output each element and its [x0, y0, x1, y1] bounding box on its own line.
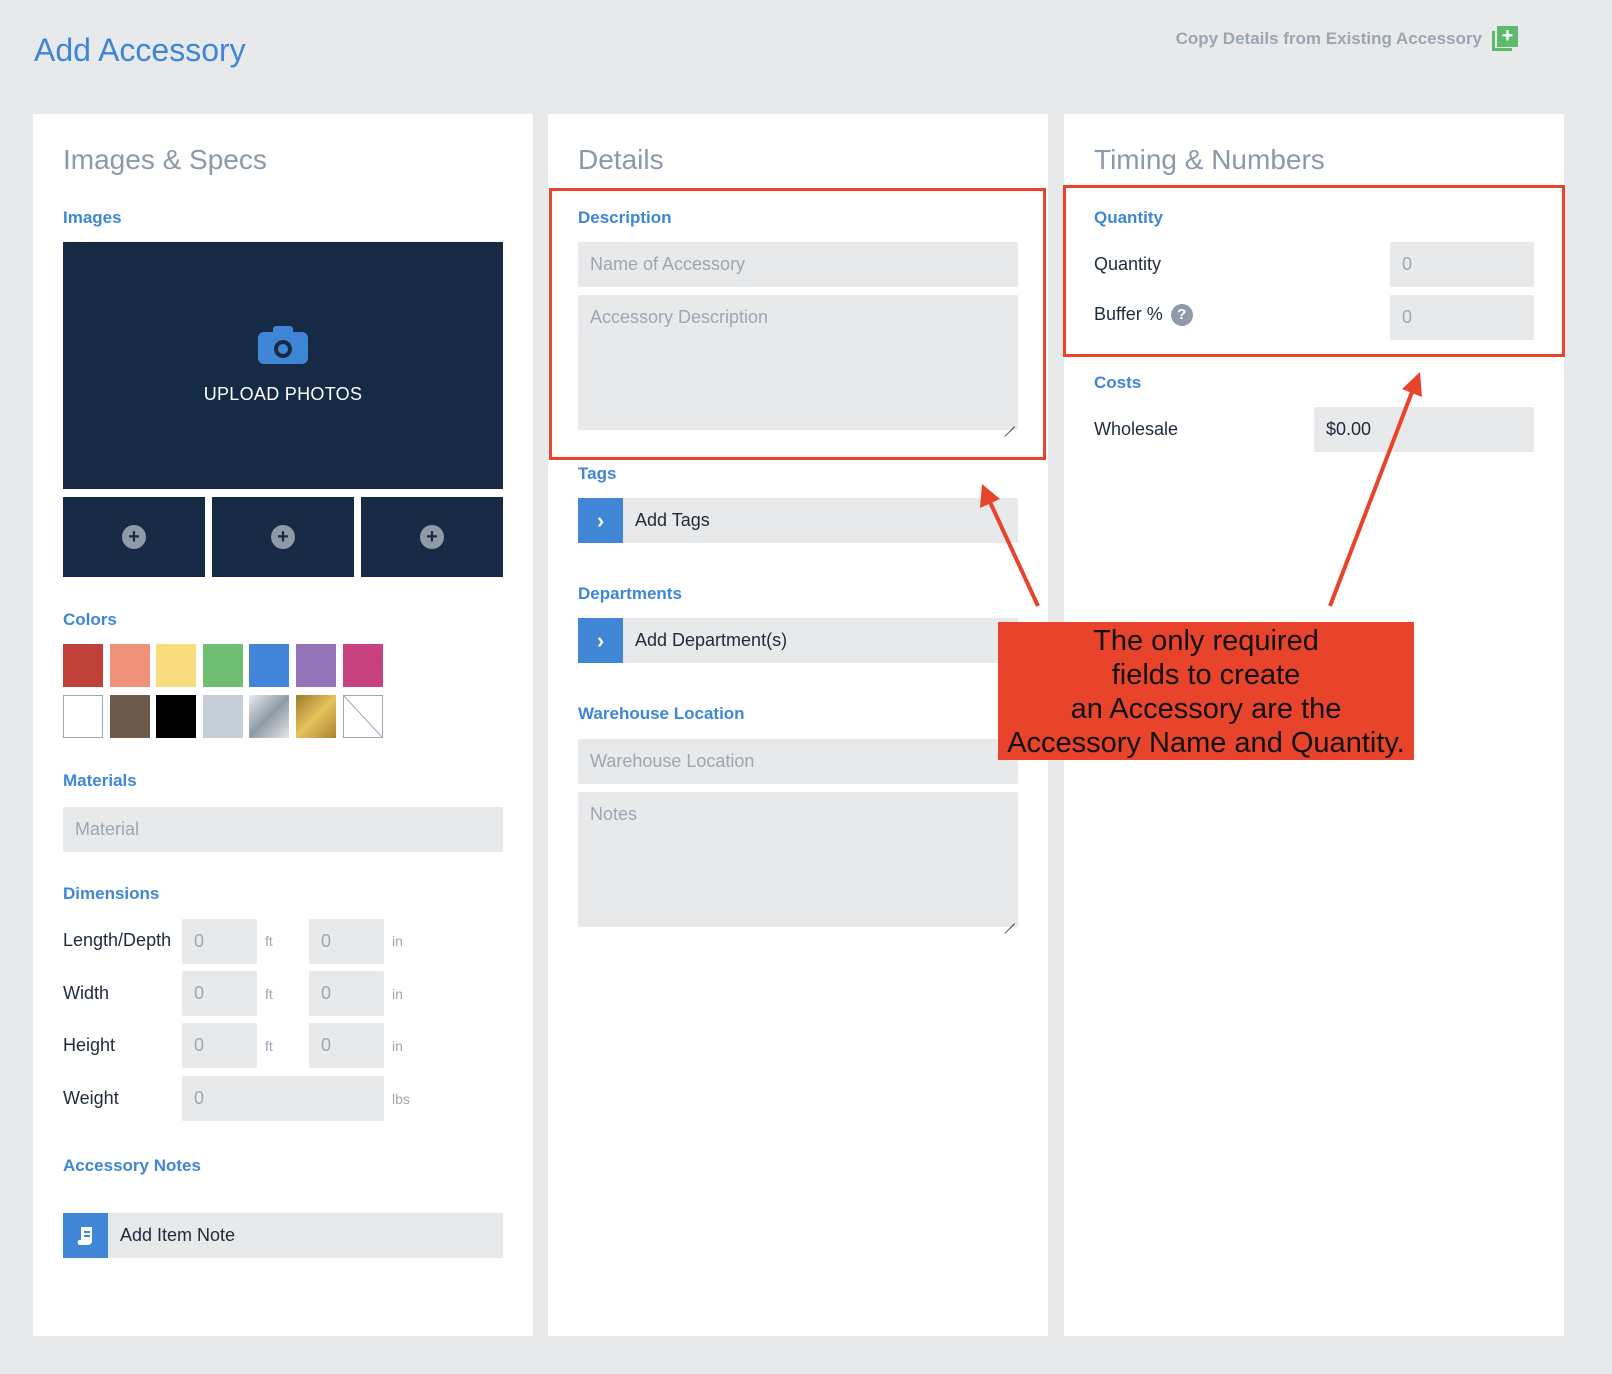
color-swatch[interactable] — [156, 695, 197, 738]
copy-from-existing-link[interactable]: Copy Details from Existing Accessory + — [1176, 26, 1518, 52]
height-ft-input[interactable]: 0 — [182, 1023, 257, 1068]
colors-label: Colors — [63, 610, 117, 629]
in-unit: in — [392, 986, 403, 1002]
dimensions-label: Dimensions — [63, 884, 160, 903]
in-unit: in — [392, 933, 403, 949]
details-title: Details — [578, 144, 664, 175]
color-swatch[interactable] — [156, 644, 197, 687]
copy-add-icon: + — [1492, 26, 1518, 52]
add-item-note-label: Add Item Note — [120, 1225, 236, 1245]
plus-icon: + — [420, 525, 444, 549]
wholesale-input[interactable]: $0.00 — [1314, 407, 1534, 452]
callout-line: Accessory Name and Quantity. — [1007, 727, 1405, 759]
upload-photos-button[interactable]: UPLOAD PHOTOS — [63, 242, 503, 489]
materials-label: Materials — [63, 771, 137, 790]
resize-handle-icon[interactable] — [1003, 912, 1015, 924]
ft-unit: ft — [265, 933, 273, 949]
quantity-highlight-box — [1063, 185, 1565, 357]
color-swatch[interactable] — [296, 695, 336, 738]
plus-icon: + — [122, 525, 146, 549]
color-swatch[interactable] — [109, 695, 150, 738]
height-label: Height — [63, 1035, 116, 1055]
in-unit: in — [392, 1038, 403, 1054]
color-swatch[interactable] — [249, 695, 290, 738]
width-ft-input[interactable]: 0 — [182, 971, 257, 1016]
notes-placeholder: Notes — [590, 804, 638, 824]
required-fields-callout: The only required fields to create an Ac… — [998, 622, 1414, 760]
copy-link-label: Copy Details from Existing Accessory — [1175, 29, 1482, 48]
add-item-note-button[interactable]: Add Item Note — [63, 1213, 503, 1258]
accessory-notes-label: Accessory Notes — [63, 1156, 201, 1175]
color-swatch[interactable] — [109, 644, 150, 687]
material-input[interactable]: Material — [63, 807, 503, 852]
warehouse-location-input[interactable]: Warehouse Location — [578, 739, 1018, 784]
weight-label: Weight — [63, 1088, 119, 1108]
color-swatch[interactable] — [342, 695, 383, 738]
chevron-right-icon: › — [578, 618, 623, 663]
height-in-input[interactable]: 0 — [309, 1023, 384, 1068]
color-swatch[interactable] — [63, 644, 103, 687]
images-specs-panel: Images & Specs Images UPLOAD PHOTOS + + … — [33, 114, 533, 1336]
description-highlight-box — [549, 188, 1046, 460]
width-in-input[interactable]: 0 — [309, 971, 384, 1016]
length-in-input[interactable]: 0 — [309, 919, 384, 964]
color-swatch[interactable] — [249, 644, 290, 687]
length-label: Length/Depth — [63, 930, 172, 950]
costs-label: Costs — [1094, 373, 1142, 392]
weight-input[interactable]: 0 — [182, 1076, 384, 1121]
ft-unit: ft — [265, 1038, 273, 1054]
upload-photos-label: UPLOAD PHOTOS — [203, 384, 363, 404]
add-tags-button[interactable]: › Add Tags — [578, 498, 1018, 543]
camera-icon — [258, 326, 308, 364]
add-tags-label: Add Tags — [635, 510, 710, 530]
chevron-right-icon: › — [578, 498, 623, 543]
plus-icon: + — [271, 525, 295, 549]
departments-label: Departments — [578, 584, 682, 603]
color-swatch[interactable] — [342, 644, 383, 687]
notes-textarea[interactable]: Notes — [578, 792, 1018, 927]
color-swatch[interactable] — [63, 695, 103, 738]
color-swatch[interactable] — [296, 644, 336, 687]
note-icon — [63, 1213, 108, 1258]
warehouse-location-label: Warehouse Location — [578, 704, 745, 723]
add-image-slot[interactable]: + — [361, 497, 503, 577]
add-departments-button[interactable]: › Add Department(s) — [578, 618, 1018, 663]
images-specs-title: Images & Specs — [63, 144, 267, 175]
images-label: Images — [63, 208, 122, 227]
page-title: Add Accessory — [34, 32, 246, 68]
add-departments-label: Add Department(s) — [635, 630, 788, 650]
length-ft-input[interactable]: 0 — [182, 919, 257, 964]
color-swatch[interactable] — [202, 644, 243, 687]
width-label: Width — [63, 983, 110, 1003]
callout-line: fields to create — [1111, 659, 1301, 691]
color-swatch[interactable] — [202, 695, 243, 738]
lbs-unit: lbs — [392, 1091, 410, 1107]
ft-unit: ft — [265, 986, 273, 1002]
callout-line: The only required — [1093, 625, 1319, 657]
wholesale-label: Wholesale — [1094, 419, 1179, 439]
add-image-slot[interactable]: + — [63, 497, 205, 577]
add-image-slot[interactable]: + — [212, 497, 354, 577]
timing-numbers-title: Timing & Numbers — [1094, 144, 1325, 175]
tags-label: Tags — [578, 464, 617, 483]
callout-line: an Accessory are the — [1070, 693, 1342, 725]
